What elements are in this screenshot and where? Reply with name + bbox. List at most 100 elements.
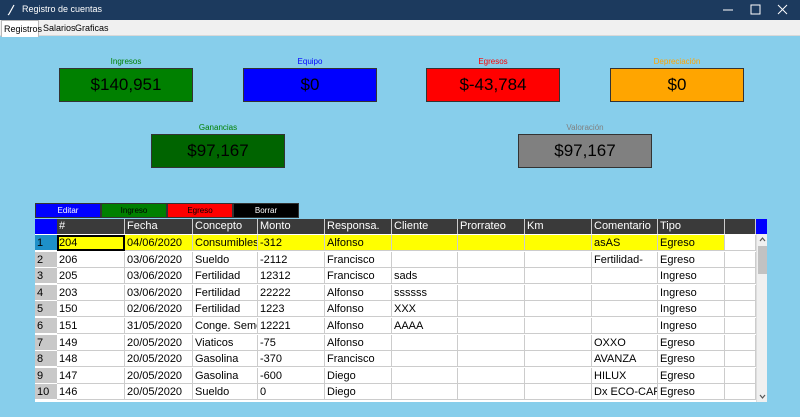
table-cell[interactable]: Alfonso <box>325 301 392 318</box>
table-cell[interactable]: Gasolina <box>193 367 258 384</box>
table-cell[interactable]: Francisco <box>325 251 392 268</box>
table-cell[interactable]: 03/06/2020 <box>125 251 193 268</box>
tab-graficas[interactable]: Graficas <box>73 22 109 36</box>
row-number[interactable]: 3 <box>35 268 57 285</box>
table-cell[interactable]: Egreso <box>658 351 725 368</box>
row-number[interactable]: 9 <box>35 367 57 384</box>
ingreso-button[interactable]: Ingreso <box>101 203 167 218</box>
vertical-scrollbar[interactable] <box>756 234 767 402</box>
table-cell[interactable]: Francisco <box>325 351 392 368</box>
table-cell[interactable]: 03/06/2020 <box>125 268 193 285</box>
table-cell[interactable]: 149 <box>57 334 125 351</box>
row-number[interactable]: 7 <box>35 334 57 351</box>
table-cell[interactable] <box>392 351 458 368</box>
table-cell[interactable]: 20/05/2020 <box>125 334 193 351</box>
table-cell[interactable]: OXXO <box>592 334 658 351</box>
table-cell[interactable]: 206 <box>57 251 125 268</box>
table-cell[interactable]: 22222 <box>258 284 325 301</box>
table-cell[interactable]: Conge. Seme <box>193 318 258 334</box>
column-header[interactable]: Fecha <box>125 219 193 234</box>
table-cell[interactable]: Ingreso <box>658 268 725 285</box>
table-cell[interactable]: AAAA <box>392 318 458 334</box>
table-cell[interactable] <box>525 367 592 384</box>
table-cell[interactable]: 20/05/2020 <box>125 384 193 401</box>
table-cell[interactable]: 20/05/2020 <box>125 351 193 368</box>
table-cell[interactable]: -370 <box>258 351 325 368</box>
borrar-button[interactable]: Borrar <box>233 203 299 218</box>
table-cell[interactable] <box>525 301 592 318</box>
table-cell[interactable] <box>525 268 592 285</box>
table-cell[interactable] <box>458 367 525 384</box>
tab-salarios[interactable]: Salarios <box>41 22 76 36</box>
table-cell[interactable] <box>592 284 658 301</box>
table-cell[interactable]: ssssss <box>392 284 458 301</box>
table-cell[interactable]: Alfonso <box>325 235 392 251</box>
minimize-button[interactable] <box>713 0 743 20</box>
row-number[interactable]: 2 <box>35 251 57 268</box>
row-number[interactable]: 10 <box>35 384 57 401</box>
table-cell[interactable]: 204 <box>57 235 125 251</box>
table-cell[interactable]: 148 <box>57 351 125 368</box>
column-header[interactable]: Km <box>525 219 592 234</box>
egreso-button[interactable]: Egreso <box>167 203 233 218</box>
column-header[interactable]: Responsa. <box>325 219 392 234</box>
column-header[interactable]: Tipo <box>658 219 725 234</box>
table-cell[interactable] <box>592 318 658 334</box>
table-cell[interactable]: Egreso <box>658 384 725 401</box>
table-cell[interactable]: Alfonso <box>325 284 392 301</box>
row-number[interactable]: 5 <box>35 301 57 318</box>
table-cell[interactable]: Dx ECO-CARI <box>592 384 658 401</box>
row-number[interactable]: 4 <box>35 284 57 301</box>
table-cell[interactable] <box>392 367 458 384</box>
table-cell[interactable]: Diego <box>325 367 392 384</box>
column-header[interactable]: Prorrateo <box>458 219 525 234</box>
table-cell[interactable] <box>525 318 592 334</box>
table-cell[interactable] <box>458 268 525 285</box>
table-cell[interactable] <box>458 301 525 318</box>
column-header[interactable]: Comentario <box>592 219 658 234</box>
table-cell[interactable] <box>525 334 592 351</box>
table-cell[interactable] <box>525 284 592 301</box>
table-cell[interactable]: Fertilidad <box>193 301 258 318</box>
table-cell[interactable] <box>458 284 525 301</box>
table-cell[interactable]: 12312 <box>258 268 325 285</box>
table-cell[interactable] <box>525 251 592 268</box>
table-cell[interactable]: Fertilidad <box>193 268 258 285</box>
table-cell[interactable] <box>458 235 525 251</box>
table-cell[interactable] <box>525 384 592 401</box>
table-cell[interactable]: Gasolina <box>193 351 258 368</box>
table-cell[interactable]: 03/06/2020 <box>125 284 193 301</box>
table-cell[interactable]: 205 <box>57 268 125 285</box>
row-number[interactable]: 8 <box>35 351 57 368</box>
table-cell[interactable]: Sueldo <box>193 251 258 268</box>
table-cell[interactable]: Egreso <box>658 334 725 351</box>
column-header[interactable]: Concepto <box>193 219 258 234</box>
table-cell[interactable]: Sueldo <box>193 384 258 401</box>
close-button[interactable] <box>768 0 798 20</box>
table-cell[interactable]: 146 <box>57 384 125 401</box>
table-cell[interactable]: asAS <box>592 235 658 251</box>
table-cell[interactable]: Diego <box>325 384 392 401</box>
table-cell[interactable]: Viaticos <box>193 334 258 351</box>
maximize-button[interactable] <box>740 0 770 20</box>
table-cell[interactable]: 12221 <box>258 318 325 334</box>
table-cell[interactable]: Alfonso <box>325 334 392 351</box>
scroll-down-icon[interactable] <box>757 391 768 402</box>
table-cell[interactable]: 1223 <box>258 301 325 318</box>
table-cell[interactable]: 151 <box>57 318 125 334</box>
column-header[interactable]: # <box>57 219 125 234</box>
table-cell[interactable]: Ingreso <box>658 284 725 301</box>
row-number[interactable]: 1 <box>35 235 57 251</box>
table-cell[interactable]: 150 <box>57 301 125 318</box>
table-cell[interactable]: 04/06/2020 <box>125 235 193 251</box>
table-cell[interactable]: -2112 <box>258 251 325 268</box>
table-cell[interactable]: Alfonso <box>325 318 392 334</box>
table-cell[interactable] <box>392 384 458 401</box>
table-cell[interactable]: 20/05/2020 <box>125 367 193 384</box>
table-cell[interactable]: HILUX <box>592 367 658 384</box>
table-cell[interactable]: 203 <box>57 284 125 301</box>
table-cell[interactable] <box>592 301 658 318</box>
column-header[interactable]: Cliente <box>392 219 458 234</box>
table-cell[interactable]: -600 <box>258 367 325 384</box>
table-cell[interactable]: Ingreso <box>658 318 725 334</box>
